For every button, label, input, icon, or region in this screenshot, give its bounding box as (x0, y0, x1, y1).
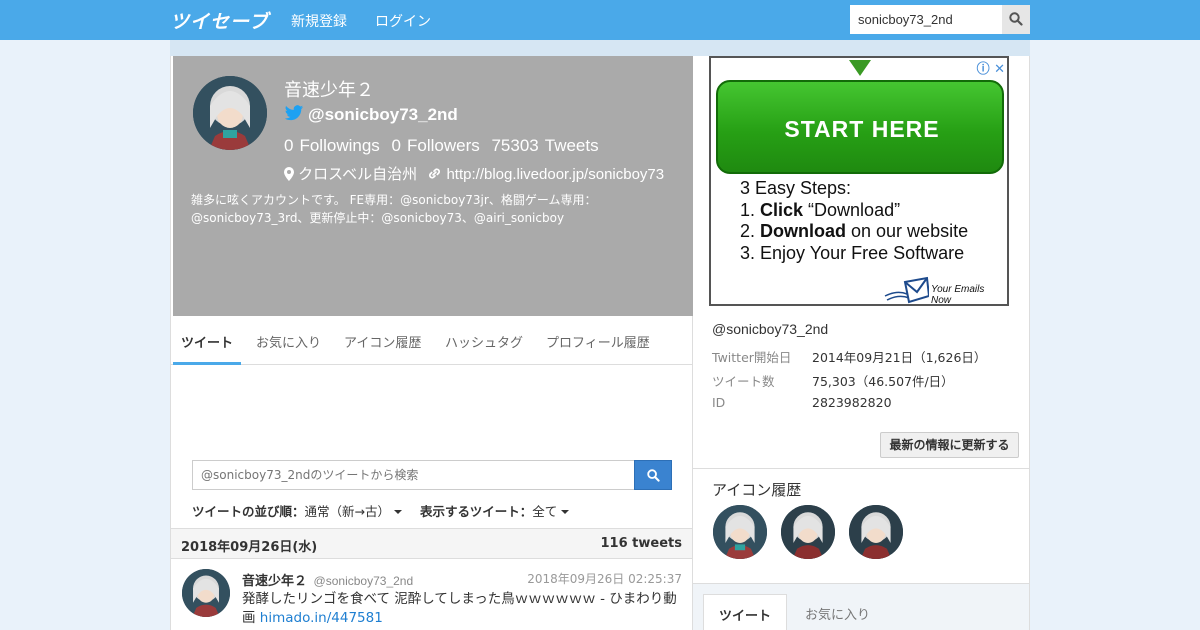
info-row-id: ID 2823982820 (712, 395, 892, 410)
followers-count: 0 (391, 136, 401, 155)
tab-profile-history[interactable]: プロフィール履歴 (546, 332, 650, 351)
tweets-count: 75303 (491, 136, 539, 155)
sidebar: ⓘ ✕ START HERE 3 Easy Steps: 1. Click “D… (693, 56, 1030, 630)
profile-handle: @sonicboy73_2nd (308, 105, 458, 124)
tab-hashtags[interactable]: ハッシュタグ (445, 332, 523, 351)
link-icon (429, 168, 441, 179)
tweet-author: 音速少年２ @sonicboy73_2nd (242, 570, 413, 589)
icon-history-avatar[interactable] (781, 505, 835, 559)
ad-button-label: START HERE (784, 116, 940, 142)
advertisement[interactable]: ⓘ ✕ START HERE 3 Easy Steps: 1. Click “D… (709, 56, 1009, 306)
ad-start-button[interactable]: START HERE (716, 80, 1004, 174)
map-marker-icon (284, 167, 294, 181)
sidebar-handle: @sonicboy73_2nd (712, 321, 829, 337)
tweet-search-input[interactable] (192, 460, 635, 490)
top-navbar: ツイセーブ 新規登録 ログイン (0, 0, 1200, 40)
tweet-author-handle[interactable]: @sonicboy73_2nd (314, 574, 414, 588)
profile-tabs: ツイート お気に入り アイコン履歴 ハッシュタグ プロフィール履歴 (171, 316, 692, 365)
site-logo[interactable]: ツイセーブ (170, 7, 269, 34)
followings-count: 0 (284, 136, 294, 155)
tweet-avatar[interactable] (182, 569, 230, 617)
active-tab-indicator (173, 362, 241, 365)
search-button[interactable] (1002, 5, 1030, 34)
date-group-count: 116 tweets (600, 536, 682, 551)
user-search-input[interactable] (850, 5, 1002, 34)
login-link[interactable]: ログイン (375, 11, 431, 31)
display-filter-value: 全て (532, 504, 558, 519)
ad-step-3: 3. Enjoy Your Free Software (740, 242, 965, 263)
date-group-date: 2018年09月26日(水) (181, 540, 318, 555)
tab-icon-history[interactable]: アイコン履歴 (344, 332, 421, 351)
profile-stats: 0 Followings 0 Followers 75303 Tweets (284, 136, 605, 156)
ad-footer: Your Emails Now (931, 284, 985, 306)
header-strip (170, 40, 1030, 56)
sidebar-tab-tweets[interactable]: ツイート (703, 594, 788, 630)
tweet-author-name[interactable]: 音速少年２ (242, 574, 307, 589)
search-icon (1009, 12, 1023, 26)
profile-handle-row: @sonicboy73_2nd (284, 105, 458, 125)
ad-steps: 3 Easy Steps: 1. Click “Download” 2. Dow… (740, 178, 968, 264)
ad-info-close-icon[interactable]: ⓘ ✕ (977, 58, 1005, 77)
sidebar-tab-favorites[interactable]: お気に入り (790, 594, 885, 630)
profile-name: 音速少年２ (284, 80, 374, 101)
date-group-header: 2018年09月26日(水) 116 tweets (171, 528, 692, 559)
sort-order-label: ツイートの並び順： (192, 504, 305, 519)
profile-bio: 雑多に呟くアカウントです。 FE専用：@sonicboy73jr、格闘ゲーム専用… (191, 193, 597, 225)
tweets-label: Tweets (544, 136, 599, 155)
icon-history-avatar[interactable] (713, 505, 767, 559)
main-column: 音速少年２ @sonicboy73_2nd 0 Followings 0 Follo… (170, 56, 693, 630)
display-filter-dropdown[interactable]: 表示するツイート：全て (420, 504, 570, 519)
tweet-body: 発酵したリンゴを食べて 泥酔してしまった鳥ｗｗｗｗｗｗ - ひまわり動画 him… (242, 590, 682, 628)
profile-url[interactable]: http://blog.livedoor.jp/sonicboy73 (446, 166, 664, 183)
profile-location: クロスベル自治州 (298, 166, 418, 183)
followers-label: Followers (406, 136, 480, 155)
tab-favorites[interactable]: お気に入り (256, 332, 321, 351)
divider (693, 468, 1029, 469)
icon-history-avatar[interactable] (849, 505, 903, 559)
caret-down-icon (561, 510, 570, 514)
sort-controls: ツイートの並び順：通常（新→古） 表示するツイート：全て (192, 501, 570, 520)
info-row-start-date: Twitter開始日 2014年09月21日（1,626日） (712, 350, 987, 365)
followings-label: Followings (299, 136, 380, 155)
display-filter-label: 表示するツイート： (420, 504, 533, 519)
twitter-bird-icon (284, 105, 304, 121)
tweet-timestamp[interactable]: 2018年09月26日 02:25:37 (527, 570, 682, 587)
tweet-search-button[interactable] (634, 460, 672, 490)
sort-order-dropdown[interactable]: ツイートの並び順：通常（新→古） (192, 504, 402, 519)
signup-link[interactable]: 新規登録 (291, 11, 347, 31)
ad-step-2: 2. Download on our website (740, 221, 969, 241)
envelope-icon (884, 276, 929, 304)
profile-location-row: クロスベル自治州 http://blog.livedoor.jp/sonicbo… (284, 163, 664, 184)
tab-tweets[interactable]: ツイート (181, 332, 233, 351)
caret-down-icon (394, 510, 402, 514)
ad-arrow-icon (849, 60, 871, 76)
tweet-link[interactable]: himado.in/447581 (260, 610, 383, 626)
ad-step-1: 1. Click “Download” (740, 199, 901, 220)
icon-history-title: アイコン履歴 (712, 481, 802, 499)
refresh-button[interactable]: 最新の情報に更新する (880, 432, 1019, 458)
profile-header: 音速少年２ @sonicboy73_2nd 0 Followings 0 Follo… (173, 56, 693, 316)
info-row-tweet-count: ツイート数 75,303（46.507件/日） (712, 374, 954, 389)
profile-avatar[interactable] (193, 76, 267, 150)
ad-steps-heading: 3 Easy Steps: (740, 178, 852, 198)
search-icon (647, 469, 660, 482)
sort-order-value: 通常（新→古） (304, 504, 390, 519)
